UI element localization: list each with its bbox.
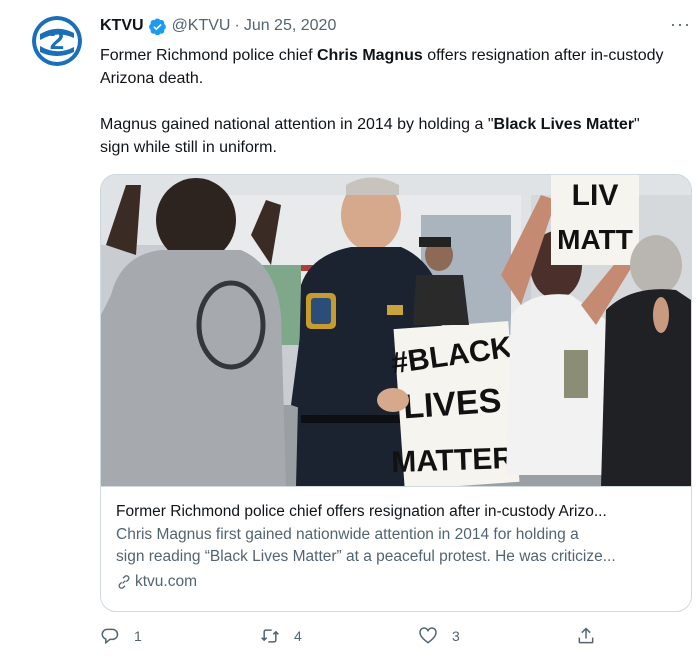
like-count: 3 [452, 628, 460, 644]
action-bar: 1 4 3 [100, 626, 620, 650]
retweet-button[interactable]: 4 [260, 626, 302, 646]
avatar[interactable]: 2 [32, 16, 82, 66]
bold-name: Chris Magnus [316, 47, 423, 64]
link-card[interactable]: #BLACK LIVES MATTER LIV MATT Former Rich… [100, 174, 692, 612]
svg-text:LIVES: LIVES [402, 382, 503, 427]
tweet-paragraph-1: Former Richmond police chief Chris Magnu… [100, 44, 670, 90]
card-meta: Former Richmond police chief offers resi… [101, 486, 691, 611]
handle[interactable]: @KTVU [172, 17, 231, 35]
reply-button[interactable]: 1 [100, 626, 142, 646]
card-description: Chris Magnus first gained nationwide att… [116, 524, 676, 568]
tweet-text: Former Richmond police chief Chris Magnu… [100, 44, 670, 159]
text-span: Former Richmond police chief [100, 47, 317, 64]
card-image[interactable]: #BLACK LIVES MATTER LIV MATT [101, 175, 691, 490]
protest-photo: #BLACK LIVES MATTER LIV MATT [101, 175, 691, 490]
ktvu-logo-icon: 2 [32, 16, 82, 66]
reply-count: 1 [134, 628, 142, 644]
svg-text:MATT: MATT [557, 224, 633, 255]
card-title[interactable]: Former Richmond police chief offers resi… [116, 501, 676, 523]
tweet-header: KTVU @KTVU · Jun 25, 2020 [100, 15, 336, 37]
svg-text:MATTER: MATTER [391, 442, 515, 479]
like-icon [419, 627, 437, 644]
tweet-paragraph-2: Magnus gained national attention in 2014… [100, 113, 670, 159]
link-icon [118, 575, 130, 589]
share-icon [578, 627, 594, 644]
display-name[interactable]: KTVU [100, 17, 144, 35]
card-domain-text: ktvu.com [135, 573, 198, 590]
like-button[interactable]: 3 [418, 626, 460, 646]
card-desc-line-1: Chris Magnus first gained nationwide att… [116, 526, 579, 543]
retweet-count: 4 [294, 628, 302, 644]
separator-dot: · [234, 17, 240, 34]
text-span: Magnus gained national attention in 2014… [100, 116, 494, 133]
reply-icon [101, 628, 119, 645]
svg-text:LIV: LIV [572, 179, 619, 212]
bold-phrase: Black Lives Matter [493, 116, 635, 133]
card-desc-line-2: sign reading “Black Lives Matter” at a p… [116, 548, 616, 565]
retweet-icon [261, 629, 279, 643]
tweet-date[interactable]: Jun 25, 2020 [244, 17, 337, 35]
share-button[interactable] [576, 626, 596, 646]
verified-badge-icon [148, 18, 166, 35]
card-domain[interactable]: ktvu.com [116, 571, 676, 593]
more-icon[interactable]: ··· [670, 14, 691, 35]
svg-text:2: 2 [50, 25, 64, 55]
tweet[interactable]: 2 KTVU @KTVU · Jun 25, 2020 ··· Former R… [0, 0, 700, 664]
